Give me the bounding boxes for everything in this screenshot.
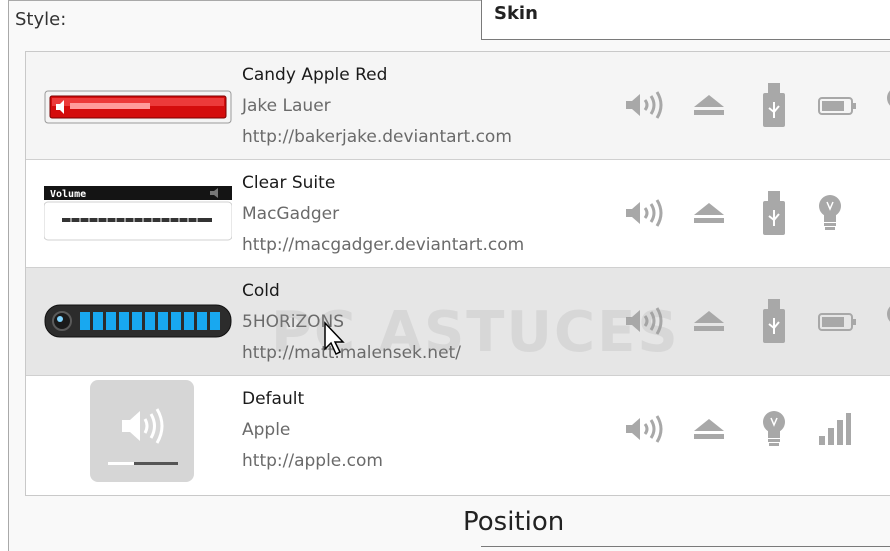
- settings-panel: Style: Skin Candy Apple Red Jake Lauer h…: [8, 0, 890, 551]
- lightbulb-icon: [819, 195, 841, 230]
- skin-dropdown[interactable]: Skin: [481, 0, 890, 40]
- skin-name: Default: [242, 389, 305, 409]
- speaker-icon: [626, 199, 663, 227]
- skin-label: Skin: [494, 3, 538, 24]
- battery-icon: [818, 313, 856, 331]
- skin-row-default[interactable]: Default Apple http://apple.com: [26, 376, 890, 486]
- skin-url: http://bakerjake.deviantart.com: [242, 127, 512, 147]
- speaker-icon: [626, 415, 663, 443]
- usb-drive-icon: [763, 83, 785, 127]
- lightbulb-icon: [887, 306, 890, 322]
- skin-info: Default Apple http://apple.com: [242, 384, 383, 477]
- skin-row-clear-suite[interactable]: Volume Clear Suite MacGadger http://macg…: [26, 160, 890, 268]
- skin-author: Jake Lauer: [242, 96, 331, 116]
- style-label: Style:: [15, 9, 67, 30]
- usb-drive-icon: [763, 299, 785, 343]
- battery-icon: [818, 97, 856, 115]
- skin-info: Clear Suite MacGadger http://macgadger.d…: [242, 168, 524, 261]
- signal-bars-icon: [819, 413, 851, 445]
- lightbulb-icon: [763, 411, 785, 446]
- skin-info: Candy Apple Red Jake Lauer http://bakerj…: [242, 60, 512, 153]
- eject-icon: [694, 311, 724, 331]
- skin-url: http://macgadger.deviantart.com: [242, 235, 525, 255]
- position-label: Position: [463, 507, 565, 537]
- skin-name: Clear Suite: [242, 173, 336, 193]
- eject-icon: [694, 419, 724, 439]
- skin-row-candy-apple-red[interactable]: Candy Apple Red Jake Lauer http://bakerj…: [26, 52, 890, 160]
- skin-author: MacGadger: [242, 204, 340, 224]
- clear-suite-volume-text: Volume: [50, 189, 86, 200]
- skin-url: http://apple.com: [242, 451, 383, 471]
- skin-name: Candy Apple Red: [242, 65, 388, 85]
- mouse-cursor-icon: [324, 321, 345, 356]
- default-thumbnail: [90, 380, 194, 482]
- cold-thumbnail: [44, 304, 232, 338]
- eject-icon: [694, 203, 724, 223]
- usb-drive-icon: [763, 191, 785, 235]
- speaker-icon: [626, 91, 663, 119]
- eject-icon: [694, 95, 724, 115]
- clear-suite-thumbnail: Volume: [44, 186, 232, 241]
- skin-list[interactable]: Candy Apple Red Jake Lauer http://bakerj…: [25, 51, 890, 496]
- lightbulb-icon: [887, 90, 890, 106]
- position-dropdown-edge[interactable]: [481, 546, 890, 547]
- candy-apple-red-thumbnail: [44, 90, 232, 124]
- skin-author: Apple: [242, 420, 291, 440]
